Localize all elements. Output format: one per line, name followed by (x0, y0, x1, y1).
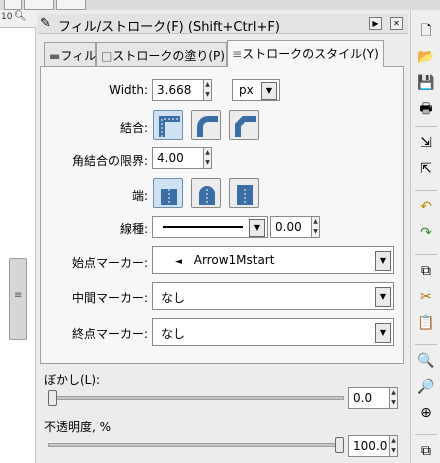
mid-marker-label: 中間マーカー: (71, 291, 148, 305)
miter-join-icon (159, 116, 180, 137)
opacity-label: 不透明度, % (44, 420, 112, 434)
miter-limit-input[interactable]: 4.00 (152, 147, 204, 169)
dialog-titlebar: ✎ フィル/ストローク(F) (Shift+Ctrl+F) ▶ ✕ (38, 14, 408, 35)
dash-offset-stepper[interactable]: ▲ ▼ (311, 216, 320, 238)
tab-stroke-paint[interactable]: □ストロークの塗り(P) (96, 42, 227, 66)
copy-icon[interactable]: ⧉ (417, 262, 435, 280)
canvas-area[interactable] (0, 10, 36, 463)
zoom-icon[interactable]: 🔍︎ (14, 11, 27, 22)
toolbar-separator (415, 434, 437, 435)
redo-icon[interactable]: ↷ (417, 224, 435, 242)
width-label: Width: (109, 83, 148, 97)
unit-value: px (239, 83, 254, 97)
tab-fill[interactable]: ▬フィル (44, 42, 96, 66)
tab-label: フィル (60, 49, 97, 63)
undo-icon[interactable]: ↶ (417, 198, 435, 216)
export-icon[interactable]: ⇱ (417, 160, 435, 178)
blur-slider-handle[interactable] (48, 390, 57, 406)
duplicate-icon[interactable]: ⧉ (417, 442, 435, 460)
blur-stepper[interactable]: ▲ ▼ (389, 387, 398, 409)
opacity-input[interactable]: 100.0 (348, 435, 390, 457)
zoom-page-icon[interactable]: ⊕ (417, 404, 435, 422)
square-cap-icon (237, 185, 253, 205)
zoom-drawing-icon[interactable]: 🔎 (417, 378, 435, 396)
horizontal-ruler: 10 🔍︎ (0, 10, 36, 28)
toolbar-separator (415, 126, 437, 127)
dash-offset-input[interactable]: 0.00 (270, 216, 312, 238)
width-input[interactable]: 3.668 (152, 79, 204, 101)
start-marker-select[interactable]: ◄ Arrow1Mstart ▼ (152, 246, 394, 274)
tab-label: ストロークのスタイル(Y) (242, 47, 379, 61)
cut-icon[interactable]: ✂ (417, 288, 435, 306)
dash-label: 線種: (119, 222, 148, 236)
stroke-style-tab-icon: ≡ (232, 47, 243, 61)
miter-limit-stepper[interactable]: ▲ ▼ (203, 147, 212, 169)
round-join-icon (197, 116, 218, 137)
round-cap-icon (199, 186, 215, 205)
chevron-down-icon: ▼ (261, 82, 277, 100)
width-stepper[interactable]: ▲ ▼ (203, 79, 212, 101)
bevel-join-icon (235, 116, 256, 137)
top-tab[interactable] (24, 0, 54, 10)
blur-label: ぼかし(L): (44, 373, 101, 387)
solid-line-icon (163, 226, 243, 228)
blur-slider-track[interactable] (48, 396, 344, 400)
ruler-number: 10 (1, 12, 13, 22)
opacity-slider-track[interactable] (48, 443, 344, 447)
top-tab[interactable] (4, 0, 22, 10)
chevron-down-icon: ▼ (375, 287, 391, 307)
chevron-down-icon: ▼ (249, 219, 265, 237)
end-marker-select[interactable]: なし ▼ (152, 318, 394, 346)
miter-join-button[interactable] (153, 110, 183, 140)
stroke-paint-tab-icon: □ (101, 49, 113, 63)
unit-select[interactable]: px ▼ (232, 79, 280, 101)
butt-cap-icon (161, 189, 177, 205)
end-marker-label: 終点マーカー: (71, 327, 148, 341)
bevel-join-button[interactable] (229, 110, 259, 140)
opacity-slider-handle[interactable] (335, 437, 344, 453)
fill-tab-icon: ▬ (49, 49, 61, 63)
print-icon[interactable]: 🖶 (417, 100, 435, 118)
import-icon[interactable]: ⇲ (417, 134, 435, 152)
tab-label: ストロークの塗り(P) (112, 49, 225, 63)
round-cap-button[interactable] (191, 178, 221, 208)
start-marker-value: Arrow1Mstart (193, 253, 275, 267)
opacity-stepper[interactable]: ▲ ▼ (389, 435, 398, 457)
mid-marker-select[interactable]: なし ▼ (152, 282, 394, 310)
commands-toolbar: 🗋 📂 💾 🖶 ⇲ ⇱ ↶ ↷ ⧉ ✂ 📋 🔍 🔎 ⊕ ⧉ (410, 10, 440, 463)
butt-cap-button[interactable] (153, 178, 183, 208)
paste-icon[interactable]: 📋 (417, 314, 435, 332)
toolbar-separator (415, 254, 437, 255)
round-join-button[interactable] (191, 110, 221, 140)
vertical-scrollbar[interactable]: ≡ (9, 258, 27, 340)
pencil-icon: ✎ (40, 16, 51, 31)
join-label: 結合: (119, 121, 148, 135)
scrollbar-grip-icon: ≡ (14, 290, 23, 301)
save-icon[interactable]: 💾 (417, 74, 435, 92)
dialog-title: フィル/ストローク(F) (Shift+Ctrl+F) (58, 20, 280, 35)
toolbar-separator (415, 190, 437, 191)
blur-input[interactable]: 0.0 (348, 387, 390, 409)
close-icon[interactable]: ✕ (390, 17, 403, 30)
cap-label: 端: (131, 189, 148, 203)
arrow-marker-icon: ◄ (175, 257, 182, 267)
chevron-down-icon: ▼ (375, 323, 391, 343)
mid-marker-value: なし (161, 291, 186, 305)
dialog-menu-button[interactable]: ▶ (369, 17, 382, 30)
toolbar-separator (415, 344, 437, 345)
dash-pattern-select[interactable]: ▼ (152, 216, 268, 238)
open-icon[interactable]: 📂 (417, 48, 435, 66)
start-marker-label: 始点マーカー: (71, 256, 148, 270)
square-cap-button[interactable] (229, 178, 259, 208)
tab-stroke-style[interactable]: ≡ストロークのスタイル(Y) (227, 40, 384, 67)
end-marker-value: なし (161, 327, 186, 341)
top-tab[interactable] (56, 0, 86, 10)
new-document-icon[interactable]: 🗋 (417, 22, 435, 40)
miter-limit-label: 角結合の限界: (71, 154, 148, 168)
chevron-down-icon: ▼ (375, 251, 391, 271)
zoom-selection-icon[interactable]: 🔍 (417, 352, 435, 370)
